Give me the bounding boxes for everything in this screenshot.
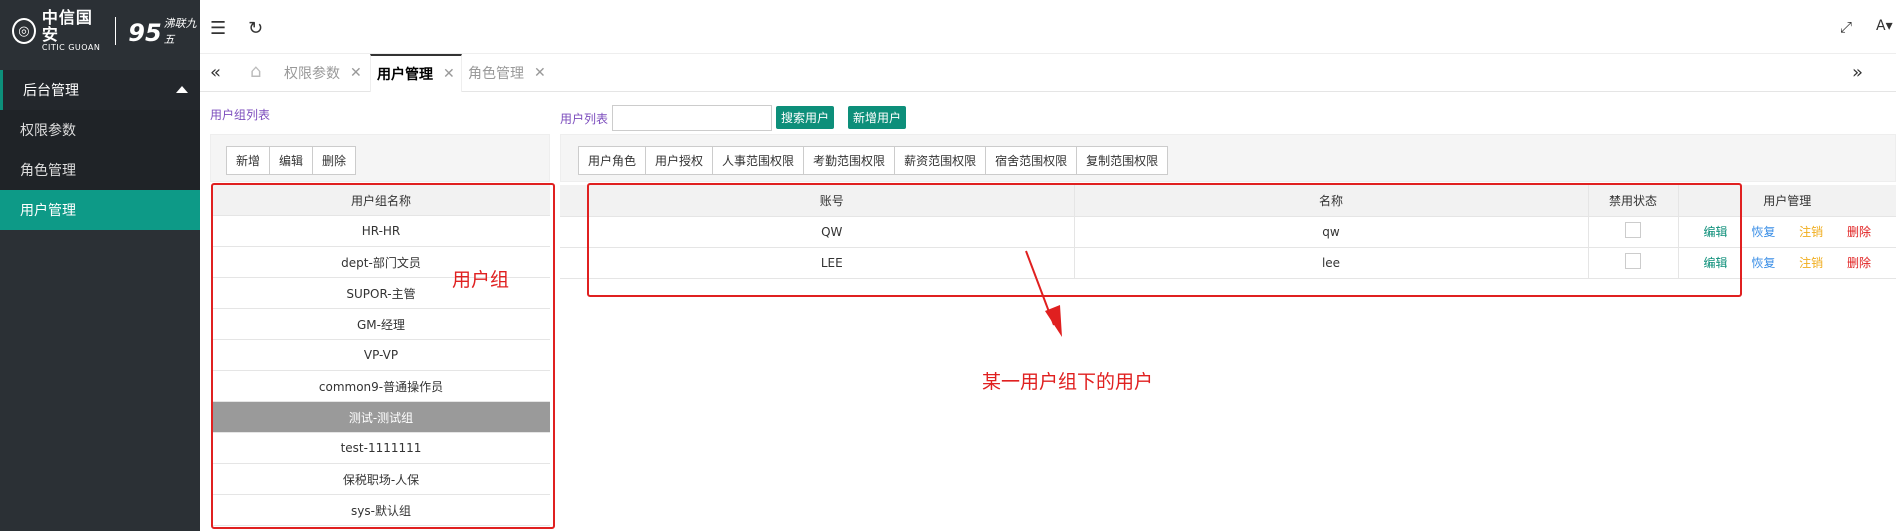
user-auth-button[interactable]: 用户授权 xyxy=(646,147,714,174)
name-cell: qw xyxy=(1074,216,1589,248)
home-icon[interactable]: ⌂ xyxy=(250,61,261,82)
group-row-selected[interactable]: 测试-测试组 xyxy=(212,402,550,433)
deactivate-user-link[interactable]: 注销 xyxy=(1799,256,1823,270)
logo: ◎ 中信国安 CITIC GUOAN 95 沸联九五 xyxy=(0,0,200,62)
user-button-group: 用户角色 用户授权 人事范围权限 考勤范围权限 薪资范围权限 宿舍范围权限 复制… xyxy=(578,146,1169,175)
logo-divider xyxy=(115,17,117,45)
add-user-button[interactable]: 新增用户 xyxy=(848,106,907,129)
fullscreen-icon[interactable]: ⤢ xyxy=(1840,18,1852,36)
tab-permission-params[interactable]: 权限参数 ✕ xyxy=(284,54,362,92)
tab-user-management[interactable]: 用户管理 ✕ xyxy=(370,54,462,92)
copy-scope-button[interactable]: 复制范围权限 xyxy=(1077,147,1168,174)
group-button-group: 新增 编辑 删除 xyxy=(226,146,357,175)
delete-user-link[interactable]: 删除 xyxy=(1847,225,1871,239)
brand2-mark: 95 xyxy=(128,19,162,47)
restore-user-link[interactable]: 恢复 xyxy=(1751,225,1775,239)
user-table-header: 账号 名称 禁用状态 用户管理 xyxy=(560,185,1896,217)
annotation-arrow-icon xyxy=(1025,250,1062,337)
group-row[interactable]: sys-默认组 xyxy=(212,495,550,526)
table-row: LEE lee 编辑 恢复 注销 删除 xyxy=(560,247,1896,279)
disabled-checkbox[interactable] xyxy=(1625,253,1641,269)
user-search-input[interactable] xyxy=(612,105,772,131)
hr-scope-button[interactable]: 人事范围权限 xyxy=(713,147,805,174)
salary-scope-button[interactable]: 薪资范围权限 xyxy=(895,147,987,174)
annotation-group-label: 用户组 xyxy=(452,269,510,291)
account-cell: LEE xyxy=(590,247,1075,279)
group-column-header: 用户组名称 xyxy=(212,185,550,216)
add-group-button[interactable]: 新增 xyxy=(227,147,271,174)
citic-logo-icon: ◎ xyxy=(12,18,36,44)
sidebar-item-role-management[interactable]: 角色管理 xyxy=(0,150,200,190)
restore-user-link[interactable]: 恢复 xyxy=(1751,256,1775,270)
annotation-users-label: 某一用户组下的用户 xyxy=(982,371,1154,393)
sidebar-item-permission-params[interactable]: 权限参数 xyxy=(0,110,200,150)
close-icon[interactable]: ✕ xyxy=(443,66,455,82)
name-cell: lee xyxy=(1074,247,1589,279)
edit-user-link[interactable]: 编辑 xyxy=(1703,225,1727,239)
brand2-sub: 沸联九五 xyxy=(163,17,197,46)
caret-up-icon xyxy=(176,86,188,93)
tabs-scroll-right-icon[interactable]: » xyxy=(1852,62,1863,83)
logo-name-en: CITIC GUOAN xyxy=(41,42,101,52)
edit-group-button[interactable]: 编辑 xyxy=(270,147,314,174)
tabs-bar: « ⌂ 权限参数 ✕ 用户管理 ✕ 角色管理 ✕ » xyxy=(200,54,1896,92)
user-table: 账号 名称 禁用状态 用户管理 QW qw 编辑 恢复 注销 删除 LEE le… xyxy=(560,185,1896,279)
group-list-title: 用户组列表 xyxy=(210,108,271,122)
top-header: ☰ ↻ ⤢ A▾ xyxy=(200,0,1896,54)
refresh-icon[interactable]: ↻ xyxy=(248,18,263,39)
account-cell: QW xyxy=(590,216,1075,248)
tabs-scroll-left-icon[interactable]: « xyxy=(210,62,221,83)
table-row: QW qw 编辑 恢复 注销 删除 xyxy=(560,216,1896,248)
group-row[interactable]: test-1111111 xyxy=(212,433,550,464)
dorm-scope-button[interactable]: 宿舍范围权限 xyxy=(986,147,1078,174)
attendance-scope-button[interactable]: 考勤范围权限 xyxy=(804,147,896,174)
sidebar-item-user-management[interactable]: 用户管理 xyxy=(0,190,200,230)
brand2-logo: 95 沸联九五 xyxy=(128,15,200,47)
user-role-button[interactable]: 用户角色 xyxy=(579,147,647,174)
col-disabled: 禁用状态 xyxy=(1588,185,1679,217)
col-account: 账号 xyxy=(590,185,1075,217)
group-row[interactable]: HR-HR xyxy=(212,216,550,247)
user-list-title: 用户列表 xyxy=(560,112,609,126)
delete-user-link[interactable]: 删除 xyxy=(1847,256,1871,270)
group-row[interactable]: VP-VP xyxy=(212,340,550,371)
close-icon[interactable]: ✕ xyxy=(350,65,362,81)
tab-role-management[interactable]: 角色管理 ✕ xyxy=(468,54,546,92)
delete-group-button[interactable]: 删除 xyxy=(313,147,356,174)
col-name: 名称 xyxy=(1074,185,1589,217)
group-row[interactable]: GM-经理 xyxy=(212,309,550,340)
font-size-button[interactable]: A▾ xyxy=(1876,18,1893,34)
group-row[interactable]: common9-普通操作员 xyxy=(212,371,550,402)
sidebar-group-label: 后台管理 xyxy=(23,83,79,99)
group-row[interactable]: 保税职场-人保 xyxy=(212,464,550,495)
sidebar: ◎ 中信国安 CITIC GUOAN 95 沸联九五 后台管理 权限参数 角色管… xyxy=(0,0,200,531)
search-user-button[interactable]: 搜索用户 xyxy=(776,106,835,129)
sidebar-group-backend[interactable]: 后台管理 xyxy=(0,70,200,110)
menu-collapse-icon[interactable]: ☰ xyxy=(210,18,226,39)
col-user-manage: 用户管理 xyxy=(1678,185,1896,217)
edit-user-link[interactable]: 编辑 xyxy=(1703,256,1727,270)
deactivate-user-link[interactable]: 注销 xyxy=(1799,225,1823,239)
close-icon[interactable]: ✕ xyxy=(534,65,546,81)
logo-name: 中信国安 xyxy=(41,8,93,44)
disabled-checkbox[interactable] xyxy=(1625,222,1641,238)
group-list: 用户组名称 HR-HR dept-部门文员 SUPOR-主管 GM-经理 VP-… xyxy=(212,185,550,526)
